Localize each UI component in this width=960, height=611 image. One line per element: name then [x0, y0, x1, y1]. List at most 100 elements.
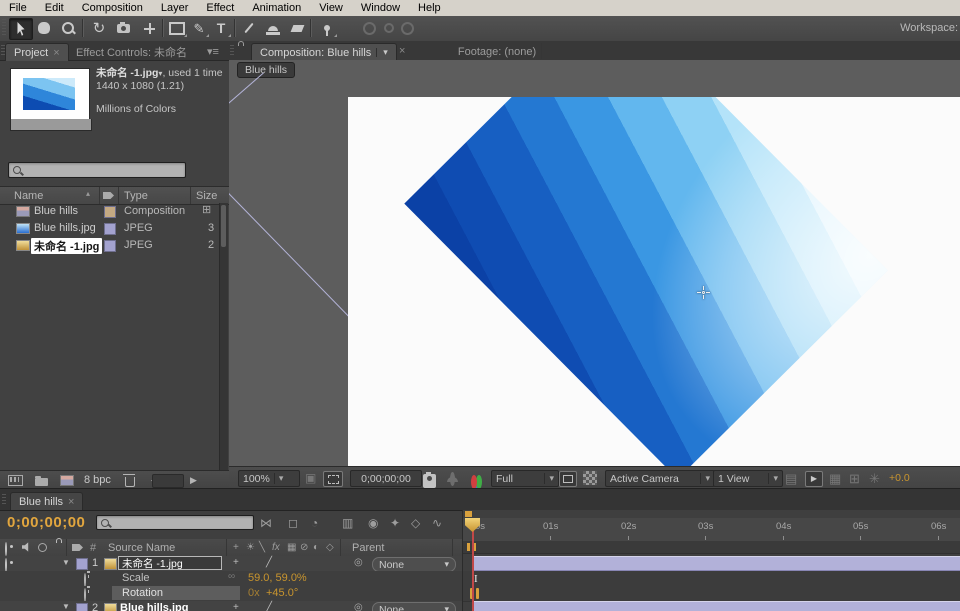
shy-switch-icon[interactable]: + [233, 602, 239, 611]
region-of-interest-icon[interactable] [323, 471, 343, 487]
anchor-point-crosshair[interactable] [697, 286, 710, 299]
shy-switch-icon[interactable]: + [233, 557, 239, 568]
label-chip[interactable] [104, 240, 116, 252]
close-icon[interactable]: × [399, 45, 405, 57]
layer-row-1[interactable]: ▼ 1 未命名 -1.jpg + ╱ ◎ None ▾ [0, 556, 462, 572]
layer-1-duration-bar[interactable] [472, 556, 960, 571]
menu-help[interactable]: Help [409, 1, 450, 15]
menu-composition[interactable]: Composition [73, 1, 152, 15]
expand-arrow-icon[interactable]: ▼ [62, 603, 70, 611]
layer-label-chip[interactable] [76, 558, 88, 570]
tab-project[interactable]: Project × [5, 43, 69, 61]
text-tool-button[interactable]: T [210, 18, 232, 38]
new-composition-icon[interactable] [60, 475, 74, 486]
target-region-icon[interactable] [559, 471, 577, 487]
frame-blend-icon[interactable]: ▥ [342, 516, 353, 530]
puppet-pin-tool-button[interactable] [316, 18, 338, 38]
menu-view[interactable]: View [310, 1, 352, 15]
auto-keyframe-icon[interactable]: ◇ [411, 516, 420, 530]
new-folder-icon[interactable] [35, 478, 48, 486]
axis-mode-view-button[interactable] [396, 18, 418, 38]
film-bin-icon[interactable]: ▦ [829, 471, 841, 485]
property-row-scale[interactable]: Scale ∞ 59.0, 59.0% [0, 571, 462, 587]
menu-window[interactable]: Window [352, 1, 409, 15]
layer-row-2[interactable]: ▼ 2 Blue hills.jpg + ╱ ◎ None ▾ [0, 601, 462, 611]
fx-column-icon[interactable]: fx [272, 542, 280, 553]
rotated-layer-image[interactable] [404, 97, 887, 466]
scale-value[interactable]: 59.0, 59.0% [248, 572, 307, 584]
video-column-icon[interactable] [5, 542, 7, 556]
pen-tool-button[interactable]: ✎ [188, 18, 210, 38]
transparency-grid-icon[interactable] [583, 471, 597, 485]
view-layout-dropdown[interactable]: 1 View ▾ [713, 470, 783, 487]
frame-blend-column-icon[interactable]: ▦ [287, 542, 296, 553]
column-type[interactable]: Type [124, 190, 148, 202]
graph-editor-icon[interactable]: ∿ [432, 516, 442, 530]
project-vertical-scrollbar[interactable] [219, 203, 228, 470]
number-column-icon[interactable]: # [90, 542, 96, 554]
camera-dropdown[interactable]: Active Camera ▾ [605, 470, 715, 487]
menu-effect[interactable]: Effect [197, 1, 243, 15]
quality-column-icon[interactable]: ╲ [259, 542, 265, 553]
work-area-start-handle[interactable] [467, 543, 470, 551]
layer-name[interactable]: Blue hills.jpg [120, 602, 188, 611]
draft-3d-icon[interactable]: ◻ [288, 516, 298, 530]
footage-thumbnail[interactable] [10, 68, 90, 120]
keyframe-marker[interactable] [476, 588, 479, 599]
project-row-unnamed-jpg[interactable]: 未命名 -1.jpg JPEG 2 [0, 237, 219, 254]
comp-name-flag[interactable]: Blue hills [237, 62, 295, 78]
tab-timeline-blue-hills[interactable]: Blue hills × [10, 492, 83, 510]
hand-tool-button[interactable] [33, 18, 55, 38]
tab-effect-controls[interactable]: Effect Controls: 未命名 [68, 43, 195, 60]
quality-switch-icon[interactable]: ╱ [266, 602, 272, 611]
panel-grip[interactable] [230, 45, 234, 57]
bit-depth-label[interactable]: 8 bpc [84, 474, 111, 486]
label-chip[interactable] [104, 223, 116, 235]
project-row-blue-hills[interactable]: Blue hills Composition ⊞ [0, 203, 219, 220]
trash-icon[interactable] [125, 477, 135, 487]
show-snapshot-icon[interactable] [450, 472, 455, 486]
quality-switch-icon[interactable]: ╱ [266, 557, 272, 568]
mini-flowchart-icon[interactable]: ⋈ [260, 516, 272, 530]
close-icon[interactable]: × [53, 47, 59, 59]
composition-viewer[interactable]: Blue hills [229, 60, 960, 466]
pan-behind-tool-button[interactable] [138, 18, 160, 38]
timeline-track-area[interactable]: 0s 01s 02s 03s 04s 05s 06s I [462, 510, 960, 611]
rectangle-tool-button[interactable] [166, 18, 188, 38]
collapse-column-icon[interactable]: ☀ [246, 542, 255, 553]
comp-flowchart-icon[interactable]: ▶ [805, 471, 823, 487]
tab-composition[interactable]: Composition: Blue hills ▾ [251, 43, 397, 61]
label-column-icon[interactable] [103, 192, 114, 199]
footage-name[interactable]: 未命名 -1.jpg [96, 67, 158, 79]
show-channels-icon[interactable] [471, 475, 477, 489]
rotation-degrees-value[interactable]: +45.0° [266, 587, 298, 599]
safe-areas-icon[interactable]: ▣ [305, 471, 316, 485]
rotation-tool-button[interactable]: ↻ [88, 18, 110, 38]
menu-file[interactable]: File [0, 1, 36, 15]
layer-label-chip[interactable] [76, 603, 88, 611]
snapshot-icon[interactable] [423, 474, 436, 488]
horizontal-scrollbar[interactable] [152, 474, 184, 488]
clone-stamp-tool-button[interactable] [262, 18, 284, 38]
panel-grip[interactable] [2, 494, 6, 506]
interpret-footage-icon[interactable] [8, 475, 23, 486]
pick-whip-icon[interactable]: ◎ [354, 557, 363, 568]
column-name[interactable]: Name [14, 190, 43, 202]
close-icon[interactable]: × [68, 496, 74, 508]
rotation-turns-value[interactable]: 0x [248, 587, 260, 599]
stopwatch-icon[interactable] [84, 588, 86, 602]
camera-tool-button[interactable] [112, 18, 134, 38]
expand-arrow-icon[interactable]: ▼ [62, 559, 70, 567]
column-parent[interactable]: Parent [352, 542, 384, 554]
project-row-blue-hills-jpg[interactable]: Blue hills.jpg JPEG 3 [0, 220, 219, 237]
shy-layers-icon[interactable]: ◔ [311, 516, 318, 530]
timeline-search-input[interactable] [96, 515, 254, 530]
menu-animation[interactable]: Animation [243, 1, 310, 15]
parent-dropdown[interactable]: None ▾ [372, 602, 456, 611]
current-timecode[interactable]: 0;00;00;00 [7, 514, 85, 531]
motion-blur-column-icon[interactable]: ⊘ [300, 542, 308, 553]
shy-column-icon[interactable]: + [233, 542, 239, 553]
scroll-right-icon[interactable]: ▶ [190, 476, 197, 485]
brush-tool-button[interactable] [238, 18, 260, 38]
label-column-icon[interactable] [72, 544, 83, 551]
